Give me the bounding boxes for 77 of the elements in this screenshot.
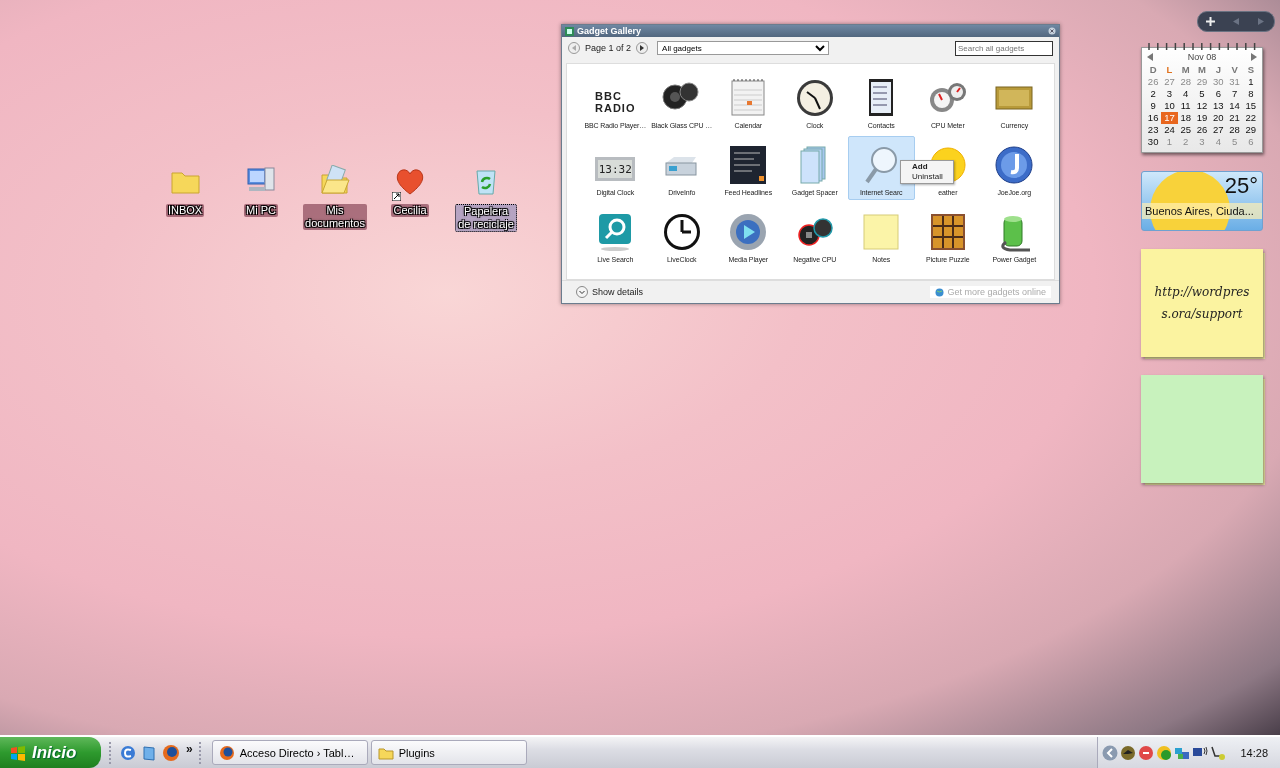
expand-chevron-icon[interactable]: [576, 286, 588, 298]
calendar-day[interactable]: 1: [1242, 76, 1259, 88]
calendar-day[interactable]: 13: [1210, 100, 1227, 112]
next-page-button[interactable]: [636, 42, 649, 54]
calendar-day[interactable]: 20: [1210, 112, 1227, 124]
desktop-icon[interactable]: Mi PC: [230, 165, 292, 217]
calendar-day[interactable]: 19: [1193, 112, 1211, 124]
folder-icon: [377, 745, 394, 760]
right-triangle-icon: [639, 45, 646, 51]
calendar-day[interactable]: 9: [1145, 100, 1162, 112]
calendar-day[interactable]: 4: [1177, 88, 1194, 100]
gadget-icon: [565, 26, 574, 36]
calendar-month: Nov 08: [1187, 52, 1217, 62]
taskbar-button[interactable]: Plugins: [370, 740, 527, 765]
plus-icon: [1206, 17, 1216, 26]
weekday-label: M: [1180, 64, 1191, 76]
calendar-day[interactable]: 8: [1242, 88, 1259, 100]
calendar-day[interactable]: 7: [1226, 88, 1243, 100]
weekday-label: L: [1165, 64, 1174, 76]
calendar-day[interactable]: 18: [1177, 112, 1194, 124]
calendar-day[interactable]: 30: [1145, 136, 1162, 148]
calendar-day[interactable]: 26: [1193, 124, 1211, 136]
desktop-sheet-icon[interactable]: [142, 744, 156, 761]
browser-icon[interactable]: [120, 744, 136, 761]
taskbar-button[interactable]: Acceso Directo › Tabl…: [211, 740, 368, 765]
left-triangle-icon: [571, 45, 577, 51]
category-dropdown[interactable]: All gadgets: [657, 41, 830, 55]
start-button[interactable]: Inicio: [0, 737, 101, 768]
weekday-label: V: [1230, 64, 1239, 76]
previous-page-button[interactable]: [568, 42, 580, 54]
desktop-icon[interactable]: INBOX: [154, 165, 216, 217]
show-details-toggle[interactable]: Show details: [592, 287, 644, 297]
calendar-day[interactable]: 11: [1177, 100, 1194, 112]
right-triangle-icon[interactable]: [1251, 53, 1257, 61]
globe-icon: [935, 287, 945, 297]
open-folder-icon: [319, 165, 351, 197]
search-field[interactable]: Search all gadgets: [955, 40, 1053, 56]
calendar-day[interactable]: 15: [1242, 100, 1259, 112]
desktop-icon[interactable]: Cecilia: [379, 165, 441, 217]
window-title: Gadget Gallery: [577, 26, 642, 36]
weekday-label: D: [1148, 64, 1158, 76]
icon-label: Cecilia: [391, 204, 429, 217]
weekday-label: J: [1214, 64, 1222, 76]
right-triangle-icon: [1258, 18, 1265, 25]
weekday-label: M: [1197, 64, 1207, 76]
stop-icon[interactable]: [1138, 744, 1155, 761]
digital-clock-display: 13:32: [595, 157, 636, 181]
calendar-day[interactable]: 21: [1226, 112, 1243, 124]
weekday-label: S: [1246, 64, 1255, 76]
calendar-day[interactable]: 14: [1226, 100, 1243, 112]
calendar-day[interactable]: 3: [1161, 88, 1178, 100]
left-triangle-icon[interactable]: [1147, 53, 1153, 61]
clock: 14:28: [1240, 746, 1268, 759]
more-button[interactable]: »: [186, 741, 193, 756]
calendar-day[interactable]: 29: [1242, 124, 1259, 136]
calendar-day[interactable]: 30: [1210, 76, 1227, 88]
close-icon[interactable]: [1048, 27, 1056, 35]
calendar-day[interactable]: 23: [1145, 124, 1162, 136]
temperature: 25°: [1224, 173, 1258, 199]
calendar-day[interactable]: 24: [1161, 124, 1178, 136]
calendar-day[interactable]: 27: [1210, 124, 1227, 136]
calendar-day[interactable]: 28: [1226, 124, 1243, 136]
calendar-day[interactable]: 6: [1210, 88, 1227, 100]
calendar-day[interactable]: 2: [1145, 88, 1162, 100]
note-text: http://wordpress.ora/support: [1153, 284, 1251, 323]
page-indicator: Page 1 of 2: [585, 43, 632, 53]
calendar-day[interactable]: 10: [1161, 100, 1178, 112]
calendar-day[interactable]: 22: [1242, 112, 1259, 124]
left-triangle-icon: [1233, 18, 1239, 25]
radio-logo: BBC RADIO: [595, 90, 636, 116]
calendar-day[interactable]: 5: [1193, 88, 1211, 100]
calendar-day[interactable]: 16: [1145, 112, 1162, 124]
weather-location: Buenos Aires, Ciuda...: [1142, 203, 1262, 219]
calendar-day[interactable]: 12: [1193, 100, 1211, 112]
desktop-icon[interactable]: Mis documentos: [304, 165, 366, 230]
icon-label: Papelera de reciclaje: [455, 204, 517, 232]
calendar-day[interactable]: 25: [1177, 124, 1194, 136]
